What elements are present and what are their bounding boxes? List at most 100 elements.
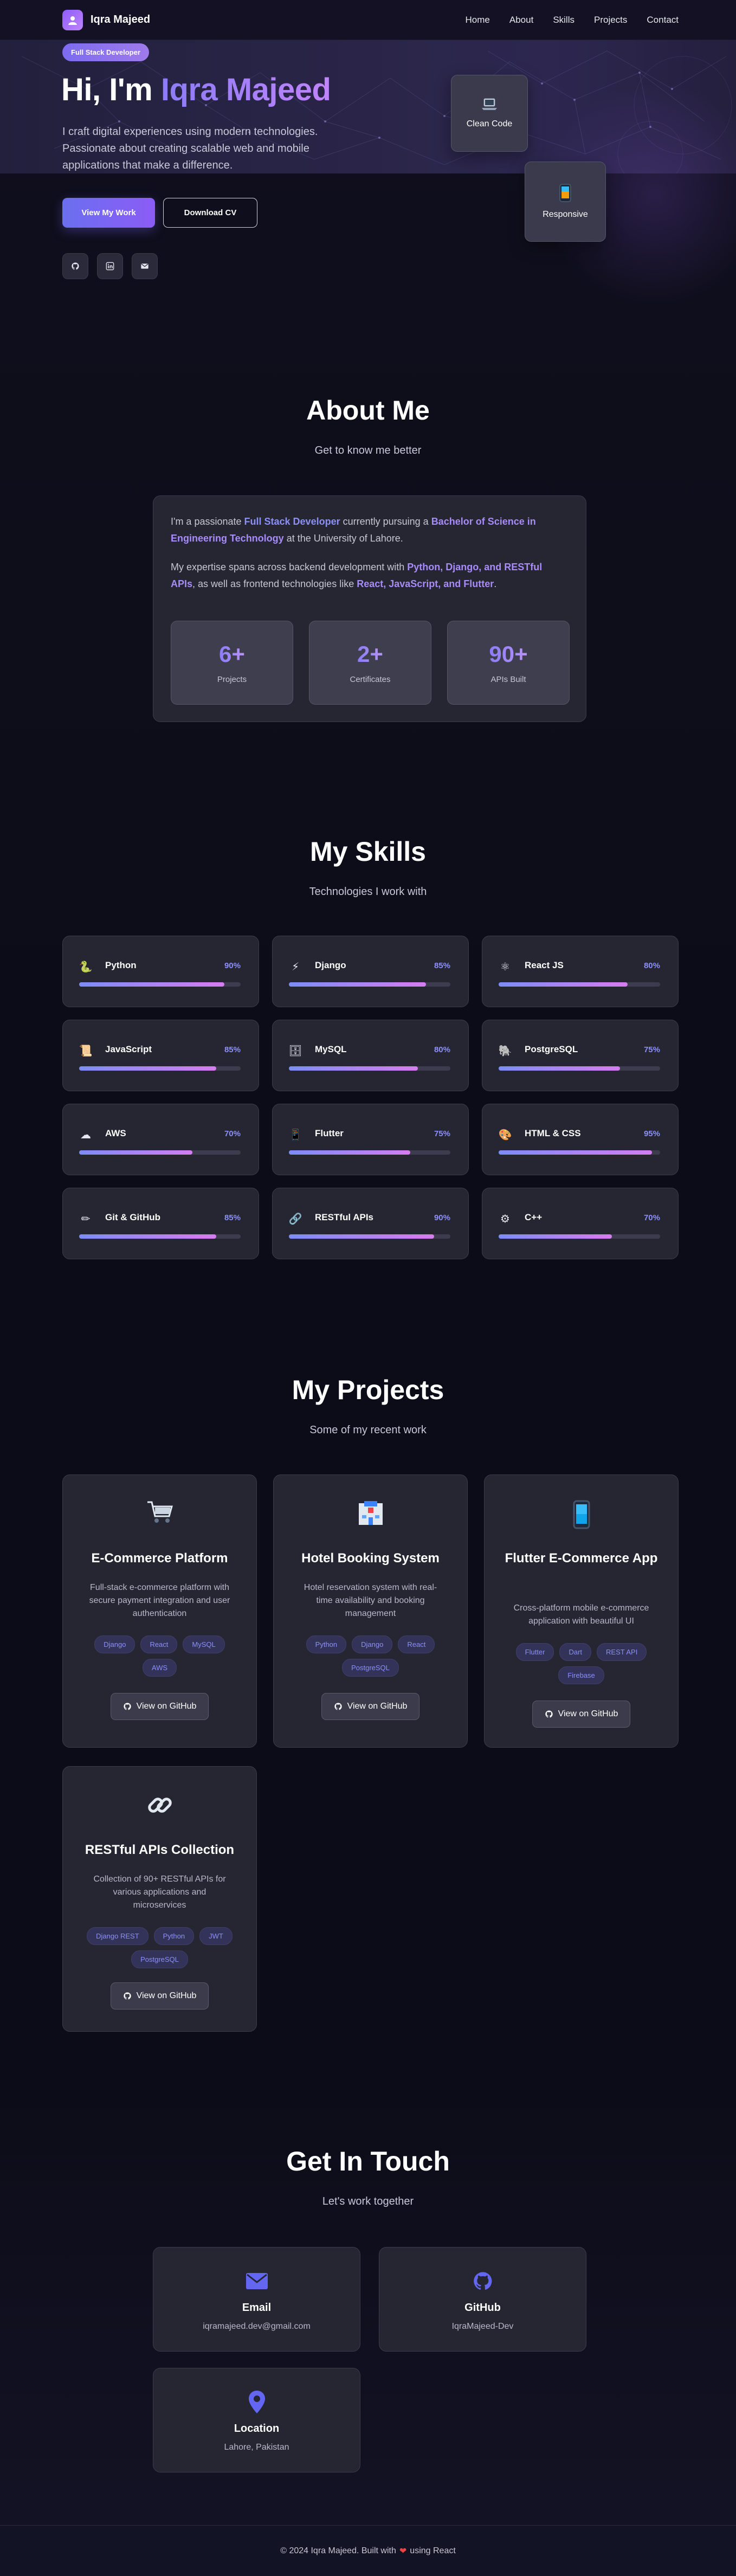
footer: © 2024 Iqra Majeed. Built with ❤ using R… [0, 2525, 736, 2576]
contact-value: Lahore, Pakistan [224, 2443, 289, 2452]
skill-card: ⚙ C++ 70% [482, 1188, 679, 1259]
linkedin-social-button[interactable] [97, 253, 123, 279]
skill-name: HTML & CSS [525, 1128, 581, 1138]
cloud-icon: ☁ [80, 1129, 91, 1141]
about-paragraph-2: My expertise spans across backend develo… [171, 559, 566, 593]
contact-title: GitHub [464, 2302, 501, 2314]
tech-tag: Dart [559, 1643, 592, 1661]
skill-card: ✏ Git & GitHub 85% [62, 1188, 259, 1259]
cart-icon [147, 1501, 173, 1523]
skill-percentage: 75% [434, 1129, 450, 1138]
button-label: View on GitHub [136, 1702, 197, 1711]
nav-link-projects[interactable]: Projects [594, 15, 627, 25]
phone-icon: 📱 [288, 1129, 302, 1141]
skill-progress-track [499, 982, 660, 987]
project-card-ecommerce: E-Commerce Platform Full-stack e-commerc… [62, 1474, 257, 1748]
skills-subtitle: Technologies I work with [309, 886, 427, 898]
stat-value: 2+ [357, 641, 383, 667]
mail-social-button[interactable] [132, 253, 158, 279]
view-on-github-button[interactable]: View on GitHub [321, 1693, 420, 1720]
tech-tag: Firebase [558, 1666, 604, 1684]
elephant-icon: 🐘 [498, 1045, 512, 1057]
skill-percentage: 95% [643, 1129, 660, 1138]
contact-card-location[interactable]: Location Lahore, Pakistan [153, 2368, 360, 2472]
stat-certificates: 2+ Certificates [309, 621, 431, 705]
skill-progress-fill [499, 982, 628, 987]
about-text: currently pursuing a [340, 516, 431, 527]
project-description: Cross-platform mobile e-commerce applica… [513, 1603, 649, 1626]
phone-icon [573, 1500, 590, 1529]
github-icon [473, 2272, 492, 2290]
skill-progress-track [289, 1066, 450, 1071]
skill-percentage: 75% [643, 1045, 660, 1054]
hero-greeting: Hi, I'm [61, 72, 161, 107]
about-panel: I'm a passionate Full Stack Developer cu… [153, 495, 586, 722]
envelope-icon [246, 2273, 268, 2289]
skill-name: Flutter [315, 1128, 344, 1138]
nav-links: Home About Skills Projects Contact [466, 15, 679, 25]
project-description: Full-stack e-commerce platform with secu… [89, 1583, 230, 1618]
tech-tag: JWT [199, 1927, 233, 1945]
skill-card: 🔗 RESTful APIs 90% [272, 1188, 469, 1259]
skill-card: ⚡ Django 85% [272, 936, 469, 1007]
skill-progress-track [289, 982, 450, 987]
hero-description: I craft digital experiences using modern… [62, 126, 318, 171]
skill-percentage: 70% [224, 1129, 241, 1138]
skill-card: 🎨 HTML & CSS 95% [482, 1104, 679, 1175]
project-title: RESTful APIs Collection [85, 1843, 235, 1857]
skill-card: ☁ AWS 70% [62, 1104, 259, 1175]
skill-percentage: 85% [224, 1045, 241, 1054]
project-card-hotel: Hotel Booking System Hotel reservation s… [273, 1474, 468, 1748]
skill-progress-track [79, 1234, 241, 1239]
nav-link-home[interactable]: Home [466, 15, 490, 25]
hotel-icon [358, 1501, 383, 1525]
skill-progress-track [499, 1234, 660, 1239]
snake-icon: 🐍 [79, 961, 93, 973]
about-text: , as well as frontend technologies like [192, 578, 357, 589]
about-paragraph-1: I'm a passionate Full Stack Developer cu… [171, 513, 566, 547]
skill-progress-fill [499, 1066, 620, 1071]
tech-tag: React [398, 1635, 435, 1653]
contact-card-github[interactable]: GitHub IqraMajeed-Dev [379, 2247, 586, 2352]
project-card-restful-apis: RESTful APIs Collection Collection of 90… [62, 1766, 257, 2032]
clean-code-label: Clean Code [466, 119, 513, 128]
skill-progress-fill [79, 1234, 217, 1239]
project-tags: Django React MySQL AWS [79, 1635, 240, 1677]
github-social-button[interactable] [62, 253, 88, 279]
link-icon [147, 1798, 172, 1813]
tech-tag: Django REST [87, 1927, 149, 1945]
stat-label: Certificates [350, 675, 391, 684]
skill-progress-track [289, 1150, 450, 1155]
tech-tag: Django [352, 1635, 393, 1653]
view-on-github-button[interactable]: View on GitHub [110, 1693, 209, 1720]
brand[interactable]: Iqra Majeed [62, 9, 150, 30]
project-icon-wrap [274, 1500, 467, 1526]
nav-link-skills[interactable]: Skills [553, 15, 574, 25]
download-cv-button[interactable]: Download CV [163, 198, 257, 228]
skill-name: JavaScript [105, 1044, 152, 1054]
skill-percentage: 90% [434, 1213, 450, 1222]
skill-card: 🗄 MySQL 80% [272, 1020, 469, 1091]
skill-progress-fill [79, 982, 225, 987]
skill-progress-fill [499, 1150, 653, 1155]
responsive-label: Responsive [543, 210, 588, 219]
contact-card-email[interactable]: Email iqramajeed.dev@gmail.com [153, 2247, 360, 2352]
skill-card: ⚛ React JS 80% [482, 936, 679, 1007]
hero-name: Iqra Majeed [160, 72, 331, 107]
view-my-work-button[interactable]: View My Work [62, 198, 155, 228]
skills-title: My Skills [310, 836, 426, 867]
contact-subtitle: Let's work together [322, 2195, 414, 2207]
database-icon: 🗄 [288, 1045, 302, 1057]
view-on-github-button[interactable]: View on GitHub [110, 1982, 209, 2010]
tech-tag: Django [94, 1635, 135, 1653]
about-highlight: Full Stack Developer [244, 516, 340, 527]
view-on-github-button[interactable]: View on GitHub [532, 1701, 631, 1728]
nav-link-about[interactable]: About [509, 15, 533, 25]
skill-progress-track [79, 1066, 241, 1071]
nav-link-contact[interactable]: Contact [647, 15, 679, 25]
pen-icon: ✏ [81, 1213, 91, 1225]
skill-percentage: 70% [643, 1213, 660, 1222]
contact-icon-wrap [472, 2270, 494, 2292]
tech-tag: REST API [597, 1643, 647, 1661]
responsive-card: Responsive [525, 162, 606, 242]
